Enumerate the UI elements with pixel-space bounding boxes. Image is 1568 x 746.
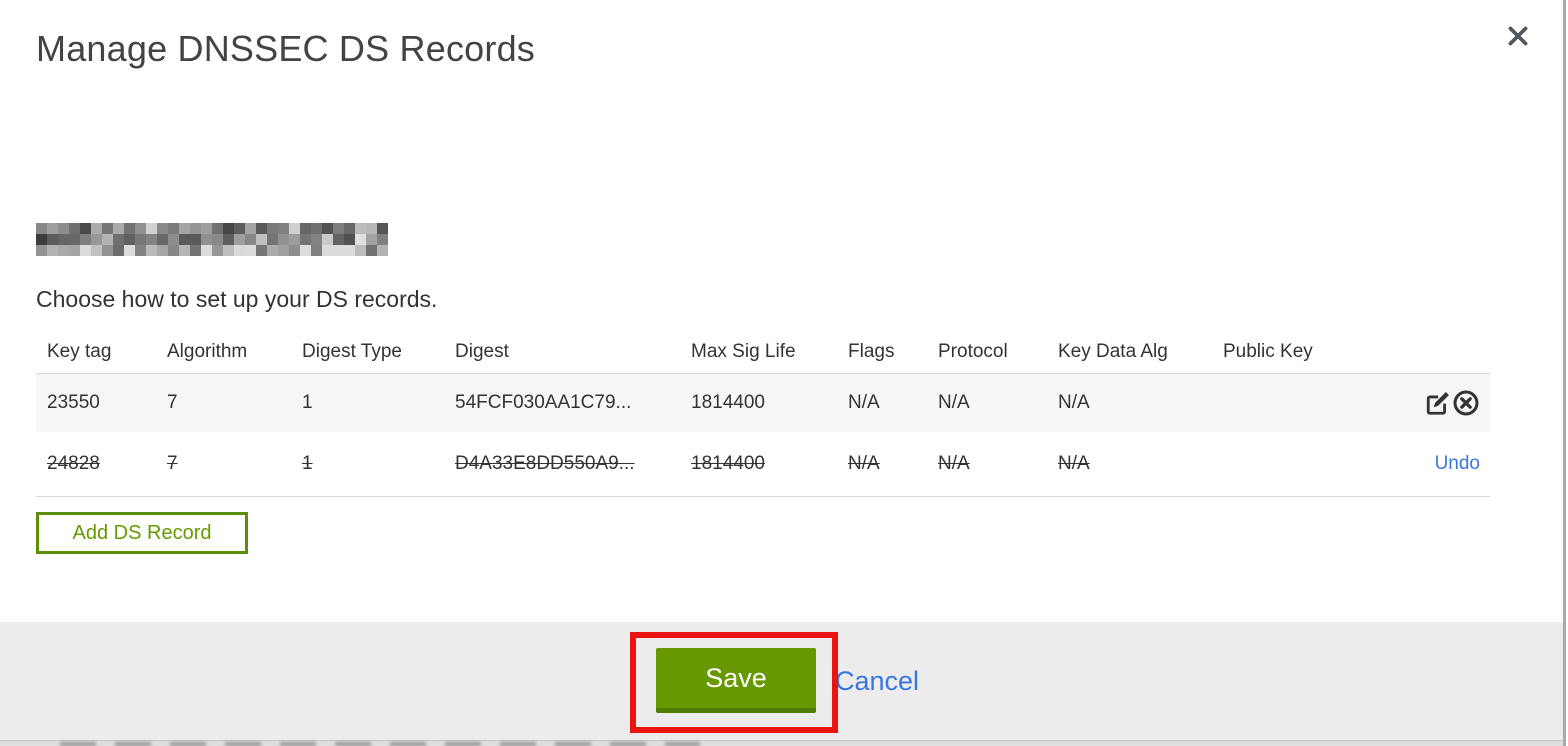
cell-digest-type: 1 [302,453,313,474]
cell-protocol: N/A [938,392,970,413]
column-header-max-sig-life: Max Sig Life [691,340,796,362]
cell-flags: N/A [848,453,880,474]
manage-dnssec-dialog: Manage DNSSEC DS Records Choose how to s… [0,0,1568,746]
cell-digest: D4A33E8DD550A9... [455,453,635,474]
table-row-deleted: 24828 7 1 D4A33E8DD550A9... 1814400 N/A … [36,432,1490,497]
cell-key-tag: 24828 [47,453,100,474]
column-header-protocol: Protocol [938,340,1008,362]
cell-algorithm: 7 [167,392,178,413]
column-header-key-data-alg: Key Data Alg [1058,340,1168,362]
instruction-text: Choose how to set up your DS records. [36,286,438,312]
ds-records-table: Key tag Algorithm Digest Type Digest Max… [36,330,1490,497]
column-header-digest: Digest [455,340,509,362]
edit-record-icon[interactable] [1423,389,1451,417]
page-behind-edge [0,740,1563,746]
row-actions: Undo [1403,453,1490,475]
cell-digest-type: 1 [302,392,313,413]
cell-flags: N/A [848,392,880,413]
row-actions [1403,389,1490,417]
page-behind-artifact [60,742,700,746]
table-header-row: Key tag Algorithm Digest Type Digest Max… [36,330,1490,373]
column-header-digest-type: Digest Type [302,340,402,362]
cell-algorithm: 7 [167,453,178,474]
column-header-algorithm: Algorithm [167,340,248,362]
close-icon[interactable] [1500,18,1536,54]
window-right-border [1563,0,1566,746]
cancel-link[interactable]: Cancel [835,666,919,697]
cell-max-sig-life: 1814400 [691,453,765,474]
cell-digest: 54FCF030AA1C79... [455,392,632,413]
save-button[interactable]: Save [656,648,816,713]
column-header-flags: Flags [848,340,895,362]
cell-key-data-alg: N/A [1058,392,1090,413]
cell-max-sig-life: 1814400 [691,392,765,413]
cell-protocol: N/A [938,453,970,474]
add-ds-record-button[interactable]: Add DS Record [36,512,248,554]
column-header-key-tag: Key tag [47,340,112,362]
undo-link[interactable]: Undo [1435,453,1480,475]
redacted-domain-name [36,223,388,256]
page-title: Manage DNSSEC DS Records [36,28,535,69]
column-header-public-key: Public Key [1223,340,1313,362]
cell-key-data-alg: N/A [1058,453,1090,474]
delete-record-icon[interactable] [1452,389,1480,417]
cell-key-tag: 23550 [47,392,100,413]
table-row: 23550 7 1 54FCF030AA1C79... 1814400 N/A … [36,373,1490,432]
